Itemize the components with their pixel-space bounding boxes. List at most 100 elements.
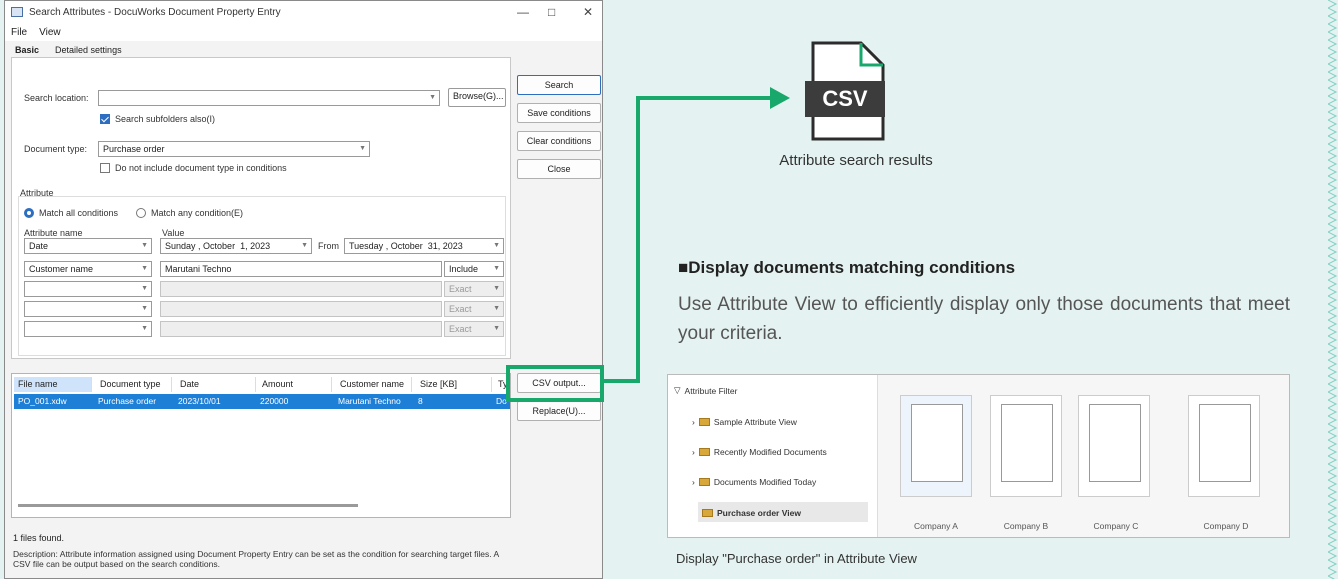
column-header-customer-name[interactable]: Customer name — [336, 377, 412, 392]
attribute-name-select-5[interactable]: ▼ — [24, 321, 152, 337]
match-mode-value: Exact — [449, 304, 472, 314]
document-page-icon — [1089, 404, 1141, 482]
column-header-amount[interactable]: Amount — [258, 377, 332, 392]
tab-basic[interactable]: Basic — [11, 43, 43, 57]
attribute-name-select-4[interactable]: ▼ — [24, 301, 152, 317]
menu-view[interactable]: View — [39, 27, 61, 38]
tree-item-label: Sample Attribute View — [713, 417, 797, 427]
match-mode-value: Exact — [449, 324, 472, 334]
search-location-label: Search location: — [24, 93, 89, 103]
thumbnail-caption: Company A — [914, 521, 958, 531]
match-any-radio[interactable] — [136, 208, 146, 218]
thumbnail[interactable] — [990, 395, 1062, 497]
title-bar: Search Attributes - DocuWorks Document P… — [5, 1, 602, 23]
attribute-name-value: Date — [29, 241, 49, 251]
chevron-down-icon: ▼ — [141, 325, 148, 332]
tree-item[interactable]: › Recently Modified Documents — [692, 447, 827, 457]
menu-file[interactable]: File — [11, 27, 27, 38]
document-type-value: Purchase order — [103, 144, 165, 154]
chevron-right-icon: › — [692, 417, 695, 427]
maximize-icon[interactable]: □ — [548, 5, 555, 19]
match-mode-select-4[interactable]: Exact ▼ — [444, 301, 504, 317]
thumbnail-caption: Company B — [1003, 521, 1049, 531]
search-location-input[interactable]: ▼ — [98, 90, 440, 106]
close-button[interactable]: Close — [517, 159, 601, 179]
chevron-down-icon: ▼ — [429, 94, 436, 101]
table-row[interactable]: PO_001.xdw Purchase order 2023/10/01 220… — [14, 394, 510, 409]
date-from-weekday: Sunday — [165, 241, 196, 251]
tree-item[interactable]: › Documents Modified Today — [692, 477, 816, 487]
thumbnail-pane: Company A Company B Company C Company D — [878, 375, 1289, 537]
column-header-document-type[interactable]: Document type — [96, 377, 172, 392]
attribute-name-select-2[interactable]: Customer name ▼ — [24, 261, 152, 277]
tree-root-label: Attribute Filter — [684, 385, 738, 396]
cell-document-type: Purchase order — [98, 396, 157, 406]
tree-item[interactable]: › Sample Attribute View — [692, 417, 797, 427]
thumbnail-caption: Company C — [1093, 521, 1139, 531]
horizontal-scrollbar[interactable] — [18, 504, 358, 507]
column-header-size[interactable]: Size [KB] — [416, 377, 492, 392]
save-conditions-button[interactable]: Save conditions — [517, 103, 601, 123]
attribute-value: Marutani Techno — [165, 264, 232, 274]
value-header: Value — [162, 228, 185, 238]
chevron-down-icon: ▼ — [141, 242, 148, 249]
exclude-doctype-checkbox[interactable] — [100, 163, 110, 173]
attribute-tree: ▽ Attribute Filter › Sample Attribute View… — [668, 375, 878, 537]
minimize-icon[interactable]: — — [517, 5, 529, 19]
attribute-name-select-1[interactable]: Date ▼ — [24, 238, 152, 254]
date-to-picker[interactable]: Tuesday , October 31, 2023 ▼ — [344, 238, 504, 254]
csv-caption: Attribute search results — [779, 152, 933, 169]
date-from-day-year: 1, 2023 — [240, 241, 271, 251]
match-mode-select-2[interactable]: Include ▼ — [444, 261, 504, 277]
thumbnail[interactable] — [1188, 395, 1260, 497]
document-type-select[interactable]: Purchase order ▼ — [98, 141, 370, 157]
tree-item-label: Documents Modified Today — [713, 477, 817, 487]
attribute-name-select-3[interactable]: ▼ — [24, 281, 152, 297]
document-page-icon — [911, 404, 963, 482]
thumbnail[interactable] — [1078, 395, 1150, 497]
app-icon — [11, 7, 23, 17]
attribute-value-input-4[interactable] — [160, 301, 442, 317]
close-icon[interactable]: ✕ — [583, 5, 593, 19]
results-table: File name Document type Date Amount Cust… — [11, 373, 511, 518]
browse-button[interactable]: Browse(G)... — [448, 88, 506, 107]
search-button[interactable]: Search — [517, 75, 601, 95]
date-from-picker[interactable]: Sunday , October 1, 2023 ▼ — [160, 238, 312, 254]
search-subfolders-checkbox[interactable] — [100, 114, 110, 124]
attribute-value-input-3[interactable] — [160, 281, 442, 297]
tree-item-label: Purchase order View — [717, 508, 801, 518]
document-type-label: Document type: — [24, 144, 88, 154]
chevron-down-icon: ▼ — [493, 285, 500, 292]
clear-conditions-button[interactable]: Clear conditions — [517, 131, 601, 151]
match-all-label: Match all conditions — [39, 208, 119, 218]
decorative-border — [1328, 0, 1338, 579]
filter-icon: ▽ — [674, 385, 681, 395]
match-mode-value: Exact — [449, 284, 472, 294]
replace-button[interactable]: Replace(U)... — [517, 401, 601, 421]
match-mode-select-3[interactable]: Exact ▼ — [444, 281, 504, 297]
folder-icon — [702, 509, 713, 517]
document-page-icon — [1199, 404, 1251, 482]
cell-amount: 220000 — [260, 396, 289, 406]
column-header-file-name[interactable]: File name — [14, 377, 92, 392]
status-text: 1 files found. — [13, 533, 65, 543]
chevron-down-icon: ▼ — [493, 305, 500, 312]
folder-icon — [698, 478, 710, 486]
description-text: Description: Attribute information assig… — [13, 549, 499, 569]
attribute-view-screenshot: ▽ Attribute Filter › Sample Attribute View… — [667, 374, 1290, 538]
tree-root[interactable]: ▽ Attribute Filter — [674, 385, 737, 396]
menu-bar: File View — [5, 23, 602, 41]
tab-detailed-settings[interactable]: Detailed settings — [51, 43, 126, 57]
tree-item-label: Recently Modified Documents — [713, 447, 827, 457]
thumbnail[interactable] — [900, 395, 972, 497]
column-header-date[interactable]: Date — [176, 377, 256, 392]
chevron-down-icon: ▼ — [141, 285, 148, 292]
search-conditions-panel: Search location: ▼ Browse(G)... Search s… — [11, 57, 511, 359]
from-label: From — [318, 241, 339, 251]
match-all-radio[interactable] — [24, 208, 34, 218]
attribute-value-input-2[interactable]: Marutani Techno — [160, 261, 442, 277]
match-mode-select-5[interactable]: Exact ▼ — [444, 321, 504, 337]
tree-item-selected[interactable]: Purchase order View — [702, 508, 801, 518]
attribute-value-input-5[interactable] — [160, 321, 442, 337]
date-from-month: October — [203, 241, 236, 251]
